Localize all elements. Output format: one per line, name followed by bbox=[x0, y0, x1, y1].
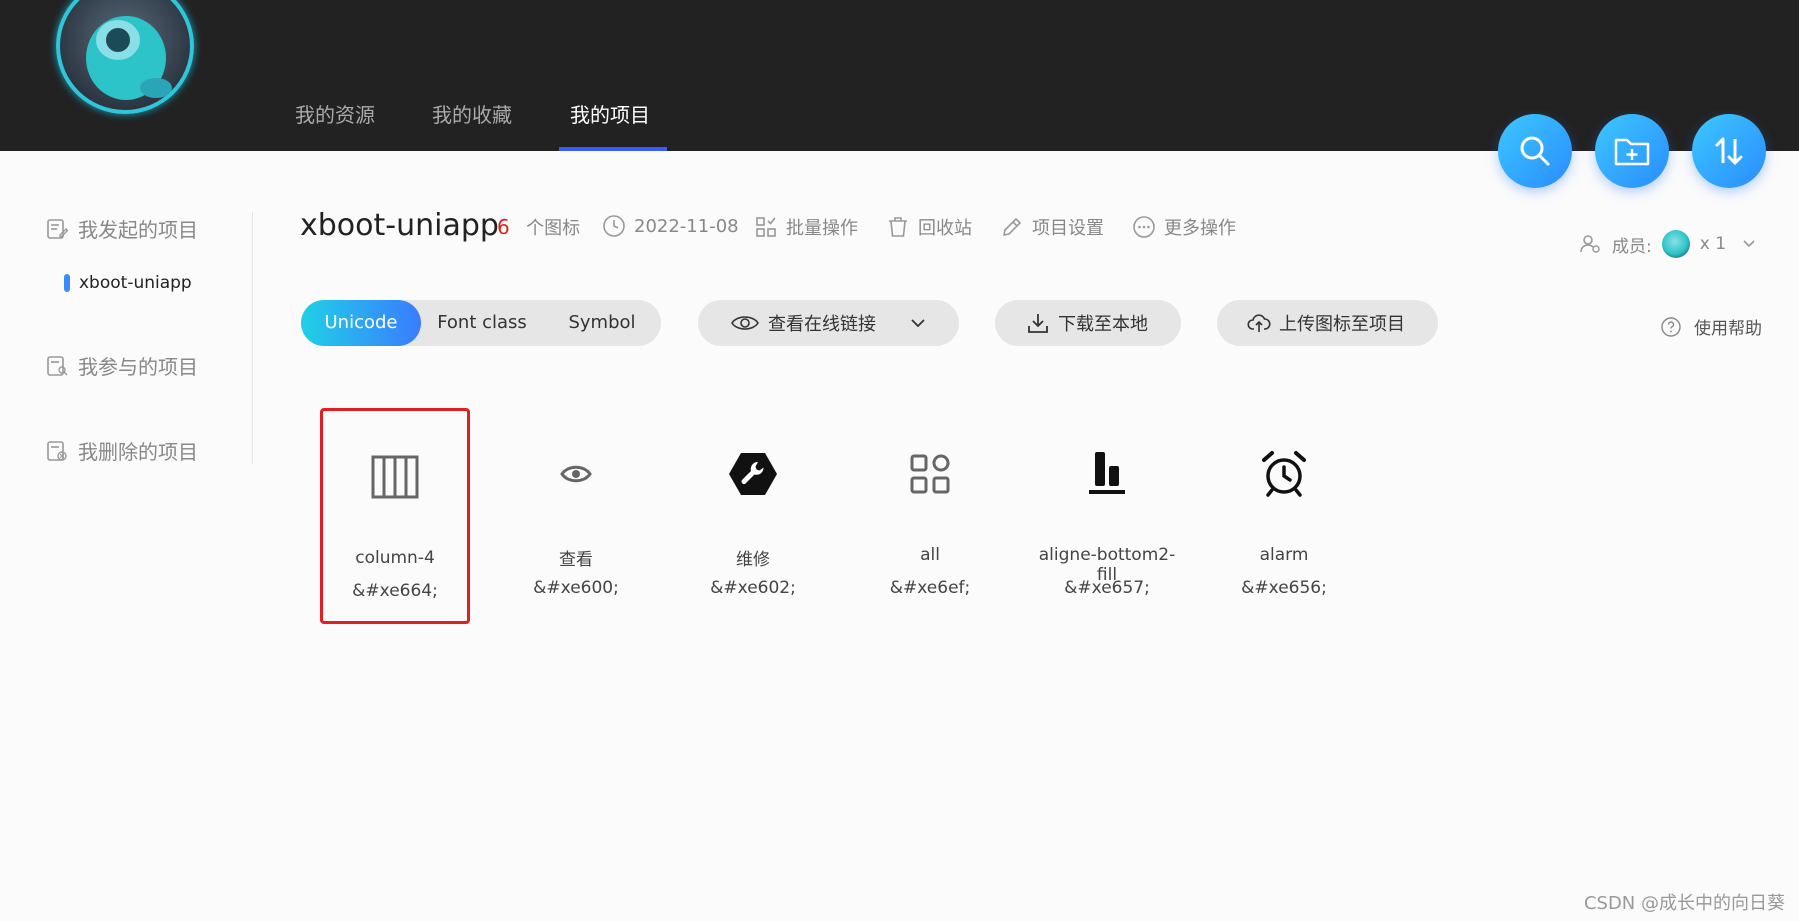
chevron-down-icon bbox=[1743, 240, 1755, 248]
project-started-icon bbox=[47, 218, 68, 239]
upload-icons-label: 上传图标至项目 bbox=[1279, 314, 1405, 335]
icon-card-alarm[interactable]: alarm &#xe656; bbox=[1209, 408, 1359, 624]
code-type-switch: Unicode Font class Symbol bbox=[301, 300, 661, 346]
trash-icon bbox=[889, 217, 907, 237]
tab-unicode[interactable]: Unicode bbox=[301, 300, 421, 346]
icon-count-value: 6 bbox=[497, 215, 510, 239]
project-date-text: 2022-11-08 bbox=[634, 215, 739, 237]
align-bottom-icon bbox=[1089, 452, 1125, 494]
recycle-bin-button[interactable]: 回收站 bbox=[886, 214, 972, 240]
project-settings-button[interactable]: 项目设置 bbox=[1000, 214, 1104, 240]
sidebar-item-label: 我参与的项目 bbox=[78, 355, 198, 379]
nav-my-favorites[interactable]: 我的收藏 bbox=[432, 100, 512, 130]
icon-code: &#xe657; bbox=[1064, 578, 1150, 598]
batch-icon bbox=[756, 217, 776, 237]
icon-card-all[interactable]: all &#xe6ef; bbox=[855, 408, 1005, 624]
icon-card-aligne-bottom2-fill[interactable]: aligne-bottom2-fill &#xe657; bbox=[1032, 408, 1182, 624]
add-folder-icon bbox=[1614, 138, 1650, 166]
nav-my-resources[interactable]: 我的资源 bbox=[295, 100, 375, 130]
member-avatar bbox=[1661, 230, 1690, 258]
search-icon bbox=[1520, 136, 1550, 166]
sidebar-project-label: xboot-uniapp bbox=[79, 273, 192, 293]
view-online-link-label: 查看在线链接 bbox=[768, 314, 876, 335]
sidebar-item-label: 我删除的项目 bbox=[78, 440, 198, 464]
download-icon bbox=[1028, 314, 1048, 333]
project-settings-label: 项目设置 bbox=[1032, 218, 1104, 239]
icon-card-column-4[interactable]: column-4 &#xe664; bbox=[320, 408, 470, 624]
tab-symbol[interactable]: Symbol bbox=[543, 300, 661, 346]
icon-card-repair[interactable]: 维修 &#xe602; bbox=[678, 408, 828, 624]
watermark: CSDN @成长中的向日葵 bbox=[1583, 893, 1785, 914]
download-local-label: 下载至本地 bbox=[1058, 314, 1148, 335]
sidebar-item-started-projects[interactable]: 我发起的项目 bbox=[46, 214, 198, 243]
icon-name: 维修 bbox=[736, 550, 770, 570]
icon-name: 查看 bbox=[559, 550, 593, 570]
members-dropdown[interactable]: 成员: x 1 bbox=[1578, 230, 1756, 258]
eye-icon bbox=[560, 465, 592, 483]
help-label: 使用帮助 bbox=[1694, 319, 1762, 339]
members-count: x 1 bbox=[1699, 234, 1727, 254]
icon-code: &#xe656; bbox=[1241, 578, 1327, 598]
batch-operation-button[interactable]: 批量操作 bbox=[754, 214, 858, 240]
members-label: 成员: bbox=[1612, 236, 1652, 257]
eye-icon bbox=[731, 316, 759, 330]
clock-icon bbox=[603, 215, 625, 237]
sidebar-project-xboot-uniapp[interactable]: xboot-uniapp bbox=[64, 273, 192, 293]
nav-my-projects[interactable]: 我的项目 bbox=[570, 100, 650, 130]
icon-card-view[interactable]: 查看 &#xe600; bbox=[501, 408, 651, 624]
project-date: 2022-11-08 bbox=[602, 214, 739, 238]
project-joined-icon bbox=[47, 355, 68, 376]
active-project-marker bbox=[64, 274, 70, 292]
user-icon bbox=[1580, 235, 1600, 253]
edit-icon bbox=[1003, 218, 1021, 236]
icon-code: &#xe602; bbox=[710, 578, 796, 598]
chevron-down-icon bbox=[911, 319, 925, 328]
icon-code: &#xe6ef; bbox=[889, 578, 971, 598]
sidebar-item-label: 我发起的项目 bbox=[78, 218, 198, 242]
cloud-upload-icon bbox=[1247, 314, 1271, 332]
view-online-link-button[interactable]: 查看在线链接 bbox=[698, 300, 959, 346]
column-4-icon bbox=[371, 455, 419, 499]
upload-icons-button[interactable]: 上传图标至项目 bbox=[1217, 300, 1438, 346]
tab-font-class[interactable]: Font class bbox=[421, 300, 543, 346]
recycle-bin-label: 回收站 bbox=[918, 218, 972, 239]
sidebar-item-joined-projects[interactable]: 我参与的项目 bbox=[46, 351, 198, 380]
sort-icon bbox=[1715, 137, 1743, 166]
more-actions-button[interactable]: 更多操作 bbox=[1132, 214, 1236, 240]
help-link[interactable]: 使用帮助 bbox=[1660, 314, 1762, 339]
avatar-logo[interactable] bbox=[56, 0, 194, 114]
icon-count: 6 个图标 bbox=[497, 214, 580, 240]
active-tab-indicator bbox=[559, 147, 667, 151]
grid-all-icon bbox=[910, 454, 950, 494]
more-actions-label: 更多操作 bbox=[1164, 218, 1236, 239]
add-folder-button[interactable] bbox=[1595, 114, 1669, 188]
wrench-icon bbox=[729, 453, 777, 495]
project-title: xboot-uniapp bbox=[300, 208, 499, 243]
help-icon bbox=[1661, 316, 1681, 337]
icon-name: column-4 bbox=[355, 548, 435, 568]
sidebar-divider bbox=[252, 212, 253, 464]
project-deleted-icon bbox=[47, 440, 67, 461]
more-icon bbox=[1133, 216, 1155, 238]
alarm-icon bbox=[1262, 451, 1306, 497]
icon-name: all bbox=[920, 545, 940, 565]
icon-name: alarm bbox=[1259, 545, 1309, 565]
sort-button[interactable] bbox=[1692, 114, 1766, 188]
icon-code: &#xe664; bbox=[352, 581, 438, 601]
batch-operation-label: 批量操作 bbox=[786, 218, 858, 239]
search-button[interactable] bbox=[1498, 114, 1572, 188]
sidebar-item-deleted-projects[interactable]: 我删除的项目 bbox=[46, 436, 198, 465]
icon-count-label: 个图标 bbox=[526, 218, 581, 239]
download-local-button[interactable]: 下载至本地 bbox=[995, 300, 1181, 346]
icon-code: &#xe600; bbox=[533, 578, 619, 598]
